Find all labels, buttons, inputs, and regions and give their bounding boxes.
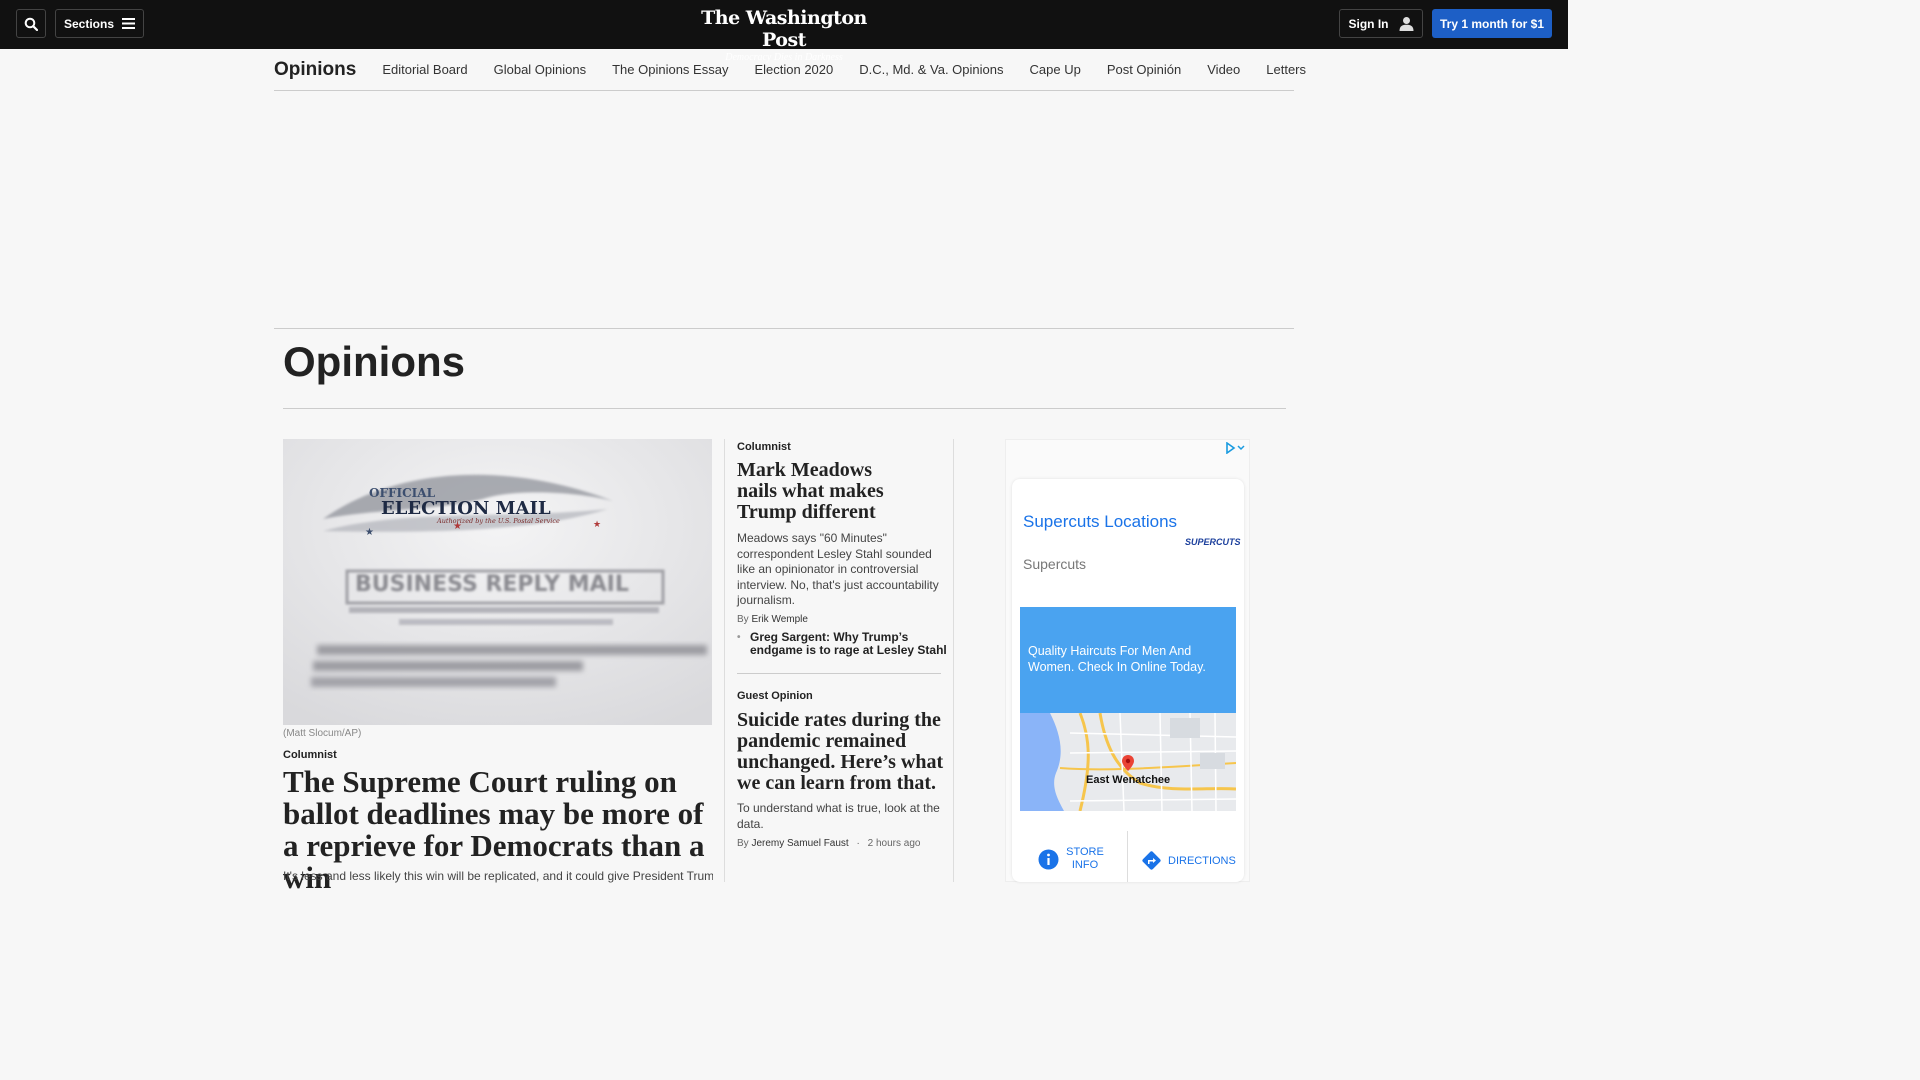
story3-byline: By Jeremy Samuel Faust · 2 hours ago (737, 838, 920, 849)
bullet-icon: • (737, 632, 741, 643)
svg-text:★: ★ (453, 521, 462, 532)
person-icon (1399, 17, 1413, 31)
election-mail-photo: OFFICIAL ELECTION MAIL Authorized by the… (283, 439, 712, 725)
image-text-election-mail: ELECTION MAIL (381, 498, 551, 519)
image-text-business-reply: BUSINESS REPLY MAIL (355, 572, 629, 597)
byline-prefix: By (737, 614, 749, 625)
related-headline[interactable]: Greg Sargent: Why Trump’s endgame is to … (750, 630, 947, 657)
story-divider (737, 673, 941, 674)
lead-story-image[interactable]: OFFICIAL ELECTION MAIL Authorized by the… (283, 439, 712, 725)
subnav-item-opinions-essay[interactable]: The Opinions Essay (612, 62, 728, 77)
directions-icon (1142, 851, 1161, 870)
story3-blurb: To understand what is true, look at the … (737, 801, 940, 831)
ad-map-city: East Wenatchee (1086, 774, 1171, 786)
title-divider (283, 408, 1286, 409)
opinions-subnav: Opinions Editorial Board Global Opinions… (274, 49, 1306, 91)
search-icon (24, 17, 38, 31)
subnav-item-election-2020[interactable]: Election 2020 (754, 62, 833, 77)
lead-kicker[interactable]: Columnist (283, 749, 337, 761)
subnav-item-letters[interactable]: Letters (1266, 62, 1306, 77)
store-info-label: STORE INFO (1066, 846, 1104, 871)
logo-title: The Washington Post (701, 7, 867, 51)
ad-brand-logo: SUPERCUTS (1185, 537, 1241, 547)
story2-byline: By Erik Wemple (737, 614, 808, 625)
subnav-item-video[interactable]: Video (1207, 62, 1240, 77)
story2-kicker[interactable]: Columnist (737, 441, 791, 453)
subnav-item-global-opinions[interactable]: Global Opinions (494, 62, 587, 77)
story3-headline[interactable]: Suicide rates during the pandemic remain… (737, 710, 947, 794)
photo-credit: (Matt Slocum/AP) (283, 728, 362, 739)
subnav-item-editorial-board[interactable]: Editorial Board (382, 62, 467, 77)
lead-blurb: It's less and less likely this win will … (283, 869, 713, 883)
sign-in-button[interactable]: Sign In (1339, 9, 1423, 38)
sign-in-label: Sign In (1348, 16, 1389, 31)
column-rule (953, 439, 954, 882)
story3-timestamp: 2 hours ago (867, 838, 921, 849)
byline-prefix: By (737, 838, 749, 849)
svg-text:★: ★ (593, 520, 601, 530)
directions-button[interactable]: DIRECTIONS (1141, 850, 1236, 871)
ad-title[interactable]: Supercuts Locations (1023, 512, 1177, 532)
subnav-title[interactable]: Opinions (274, 59, 356, 81)
story2-author[interactable]: Erik Wemple (751, 614, 808, 625)
story3-author[interactable]: Jeremy Samuel Faust (751, 838, 848, 849)
subnav-item-post-opinion[interactable]: Post Opinión (1107, 62, 1181, 77)
sections-button[interactable]: Sections (55, 9, 144, 38)
map-pin-icon (1122, 755, 1134, 771)
menu-icon (122, 18, 135, 29)
store-info-button[interactable]: STORE INFO (1038, 846, 1105, 872)
subnav-item-cape-up[interactable]: Cape Up (1030, 62, 1081, 77)
subnav-item-local-opinions[interactable]: D.C., Md. & Va. Opinions (859, 62, 1003, 77)
info-icon (1038, 849, 1059, 869)
story3-kicker[interactable]: Guest Opinion (737, 690, 813, 702)
ad-brand: Supercuts (1023, 556, 1087, 572)
trial-subscribe-button[interactable]: Try 1 month for $1 (1432, 9, 1552, 38)
sections-label: Sections (63, 16, 114, 31)
adchoices-icon[interactable] (1224, 442, 1246, 454)
ad-actions-divider (1127, 831, 1128, 882)
story2-blurb: Meadows says "60 Minutes" correspondent … (737, 531, 939, 607)
byline-separator: · (856, 838, 860, 849)
top-bar: Sections The Washington Post Democracy D… (0, 0, 1568, 63)
ad-slot-divider (274, 328, 1294, 329)
search-button[interactable] (16, 9, 46, 38)
page-title: Opinions (283, 338, 465, 385)
story2-related-link[interactable]: • Greg Sargent: Why Trump’s endgame is t… (737, 631, 947, 657)
svg-text:★: ★ (365, 527, 374, 538)
directions-label: DIRECTIONS (1168, 854, 1236, 867)
ad-map[interactable] (1020, 713, 1236, 811)
story2-headline[interactable]: Mark Meadows nails what makes Trump diff… (737, 460, 897, 523)
column-rule (724, 439, 725, 882)
ad-banner-text: Quality Haircuts For Men And Women. Chec… (1028, 644, 1206, 674)
